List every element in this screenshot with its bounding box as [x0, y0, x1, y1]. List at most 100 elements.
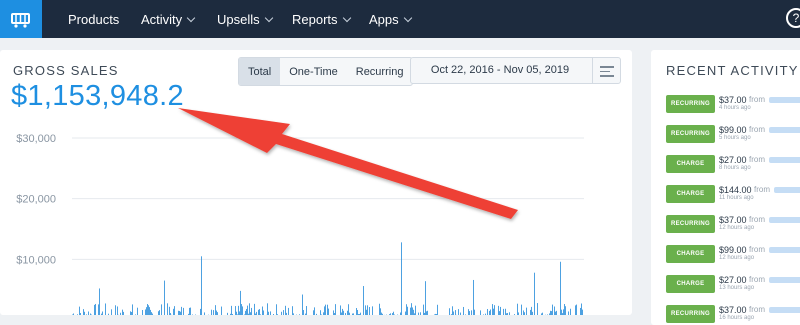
chart-bar: [313, 310, 314, 315]
tab-one-time[interactable]: One-Time: [280, 58, 347, 85]
chart-bar: [164, 281, 165, 315]
date-range-picker[interactable]: Oct 22, 2016 - Nov 05, 2019: [410, 57, 621, 84]
chart-bar: [268, 312, 269, 315]
chart-bar: [347, 311, 348, 315]
blurred-customer-name[interactable]: [769, 247, 800, 253]
chart-bar: [83, 309, 84, 315]
chart-bar: [216, 311, 217, 315]
chart-bar: [316, 314, 317, 315]
help-icon[interactable]: ?: [786, 8, 800, 28]
chart-bar: [328, 309, 329, 315]
chart-bar: [494, 305, 495, 315]
chart-bar: [342, 309, 343, 315]
activity-type-badge: RECURRING: [666, 125, 715, 143]
chart-bar: [469, 311, 470, 315]
chart-bar: [250, 312, 251, 315]
chart-bar: [256, 312, 257, 315]
chart-bar: [167, 303, 168, 315]
nav-reports-label: Reports: [292, 12, 338, 27]
chart-bar: [530, 310, 531, 315]
chart-bar: [323, 312, 324, 315]
chart-bar: [473, 280, 474, 315]
chart-bar: [532, 312, 533, 315]
nav-reports[interactable]: Reports: [292, 0, 350, 38]
chart-bar: [379, 304, 380, 315]
activity-from-label: from: [749, 95, 765, 104]
chart-bar: [412, 307, 413, 315]
chart-bar: [358, 314, 359, 315]
blurred-customer-name[interactable]: [769, 217, 800, 223]
chart-bar: [80, 313, 81, 315]
gross-sales-value: $1,153,948.2: [11, 80, 184, 113]
chart-bar: [115, 305, 116, 315]
blurred-customer-name[interactable]: [774, 187, 800, 193]
chart-bar: [381, 313, 382, 315]
chart-bar: [563, 309, 564, 315]
activity-amount: $99.00: [719, 125, 747, 135]
blurred-customer-name[interactable]: [769, 157, 800, 163]
chart-bar: [142, 310, 143, 315]
chart-bar: [550, 311, 551, 315]
y-tick-label: $30,000: [16, 133, 56, 145]
blurred-customer-name[interactable]: [769, 277, 800, 283]
gross-sales-title: GROSS SALES: [13, 63, 119, 78]
chart-bar: [393, 312, 394, 315]
blurred-customer-name[interactable]: [769, 97, 800, 103]
tab-total[interactable]: Total: [239, 58, 280, 85]
chart-bar: [407, 307, 408, 315]
nav-apps[interactable]: Apps: [369, 0, 411, 38]
chart-bar: [499, 311, 500, 315]
chart-bar: [335, 304, 336, 315]
chart-bar: [551, 311, 552, 315]
chart-bar: [240, 291, 241, 315]
tab-recurring[interactable]: Recurring: [347, 58, 413, 85]
activity-from-label: from: [749, 215, 765, 224]
activity-time: 4 hours ago: [719, 105, 751, 111]
chart-bar: [179, 311, 180, 315]
chart-bar: [169, 307, 170, 315]
nav-products[interactable]: Products: [68, 0, 119, 38]
chart-bar: [359, 314, 360, 315]
chart-bar: [552, 305, 553, 315]
chart-bar: [159, 310, 160, 315]
cart-logo-icon[interactable]: [0, 0, 42, 38]
chart-bar: [86, 314, 87, 315]
chart-bar: [343, 311, 344, 315]
chart-bar: [489, 311, 490, 315]
chart-bar: [542, 313, 543, 315]
activity-from-label: from: [754, 185, 770, 194]
nav-upsells[interactable]: Upsells: [217, 0, 272, 38]
chart-bar: [303, 310, 304, 315]
date-range-text[interactable]: Oct 22, 2016 - Nov 05, 2019: [411, 58, 589, 83]
chart-bar: [204, 312, 205, 315]
chart-bar: [420, 312, 421, 315]
chart-bar: [534, 273, 535, 315]
blurred-customer-name[interactable]: [769, 127, 800, 133]
nav-activity[interactable]: Activity: [141, 0, 194, 38]
chart-bar: [150, 310, 151, 315]
chart-bar: [293, 313, 294, 315]
chart-bar: [130, 311, 131, 315]
chart-bar: [415, 306, 416, 315]
activity-amount: $27.00: [719, 275, 747, 285]
chart-bar: [170, 313, 171, 315]
chart-bar: [94, 305, 95, 315]
chart-bar: [490, 309, 491, 315]
chart-bar: [575, 305, 576, 315]
activity-amount: $144.00: [719, 185, 752, 195]
chart-bar: [363, 286, 364, 315]
menu-icon[interactable]: [600, 66, 614, 80]
chart-bar: [281, 312, 282, 315]
chart-bar: [158, 311, 159, 315]
chart-bar: [211, 310, 212, 315]
chart-bar: [111, 309, 112, 315]
chart-bar: [258, 310, 259, 315]
chart-bar: [254, 304, 255, 315]
chart-bar: [360, 313, 361, 315]
chart-bar: [400, 312, 401, 315]
chart-bar: [149, 307, 150, 315]
chart-bar: [582, 310, 583, 315]
chart-bar: [418, 313, 419, 315]
blurred-customer-name[interactable]: [769, 307, 800, 313]
chart-bar: [146, 307, 147, 315]
